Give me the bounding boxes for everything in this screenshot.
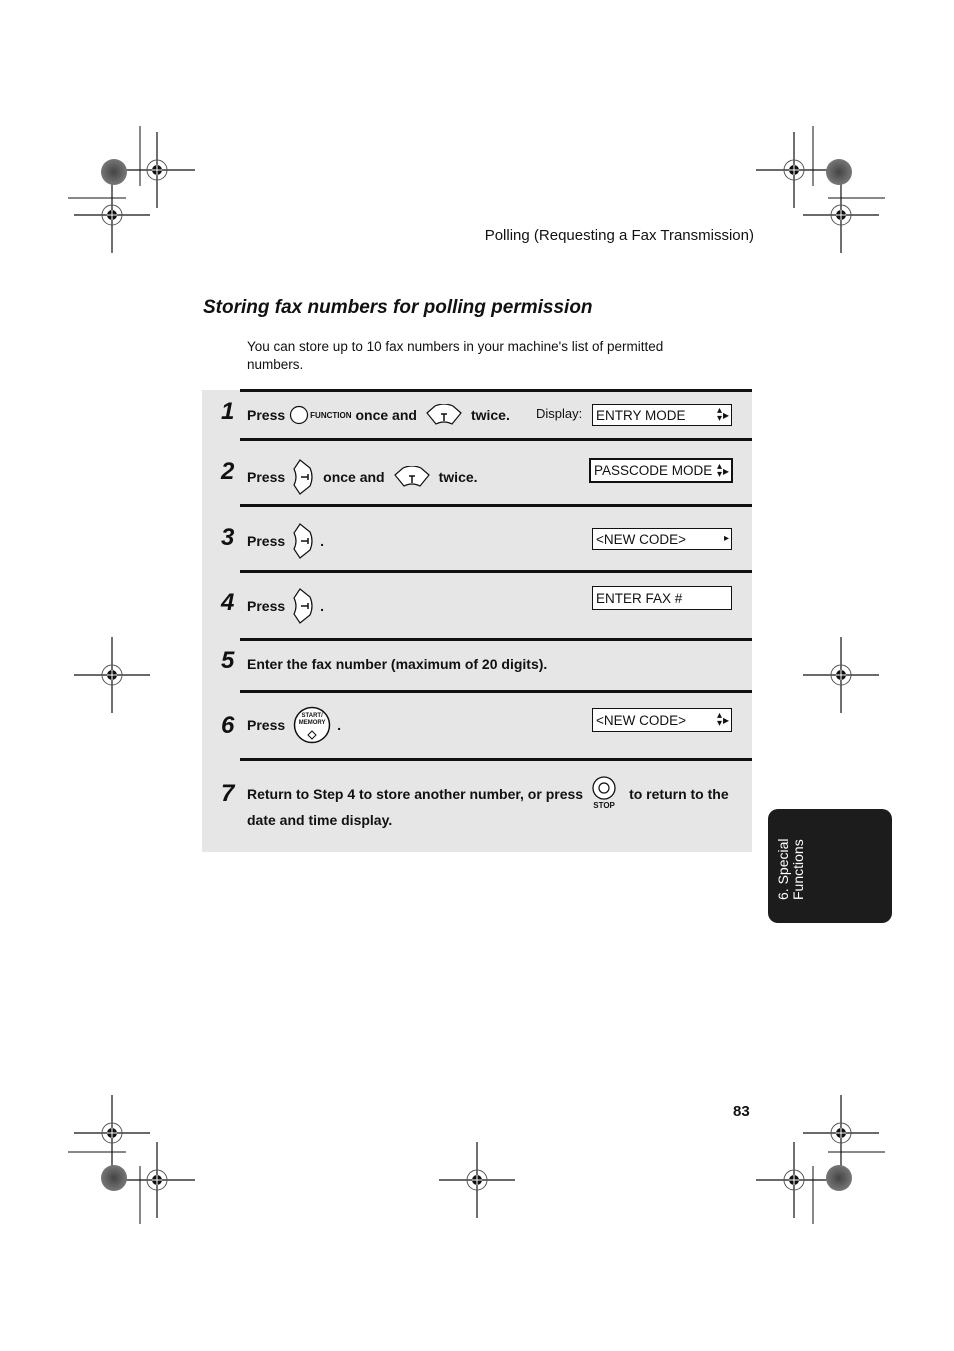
step-5-text: Enter the fax number (maximum of 20 digi… [247, 656, 548, 672]
crosshair-mark [755, 131, 833, 209]
divider [240, 690, 752, 693]
step-number: 3 [221, 524, 235, 551]
crosshair-mark [118, 1141, 196, 1219]
display-label: Display: [536, 406, 583, 421]
crosshair-mark [802, 636, 880, 714]
right-arrow-key-icon [293, 588, 313, 624]
up-down-right-arrows-icon: ▴ ▾ ▸ [716, 405, 729, 424]
lcd-text: <NEW CODE> [596, 531, 687, 547]
right-arrow-key-icon [293, 523, 313, 559]
divider [240, 438, 752, 441]
running-header: Polling (Requesting a Fax Transmission) [484, 227, 754, 244]
step-text: Press [247, 598, 286, 614]
page-number: 83 [733, 1103, 750, 1120]
function-key-label: FUNCTION [310, 410, 352, 420]
step-6-text: Press START/MEMORY . [247, 706, 341, 744]
step-text: Press [247, 407, 286, 423]
crosshair-mark [755, 1141, 833, 1219]
step-number: 5 [221, 647, 235, 674]
lcd-text: PASSCODE MODE [594, 463, 713, 478]
step-text: Press [247, 533, 286, 549]
step-text: Press [247, 469, 286, 485]
color-target [101, 1165, 127, 1191]
up-down-right-arrows-icon: ▴ ▾ ▸ [716, 460, 729, 480]
divider [240, 389, 752, 392]
crosshair-mark [438, 1141, 516, 1219]
circle-button-icon [290, 405, 309, 425]
crosshair-mark [73, 1094, 151, 1172]
step-text: once and [355, 407, 417, 423]
start-memory-button-icon: START/MEMORY [293, 706, 331, 744]
stop-button-icon: STOP [589, 776, 623, 812]
up-down-right-arrows-icon: ▴ ▾ ▸ [716, 710, 729, 729]
divider [240, 638, 752, 641]
color-target [826, 159, 852, 185]
intro-paragraph: You can store up to 10 fax numbers in yo… [247, 339, 664, 372]
step-7-text: Return to Step 4 to store another number… [247, 776, 729, 812]
step-number: 4 [221, 589, 235, 616]
color-target [826, 1165, 852, 1191]
step-number: 6 [221, 712, 235, 739]
step-text: twice. [438, 469, 478, 485]
step-number: 2 [221, 458, 235, 485]
step-4-text: Press . [247, 587, 324, 625]
divider [240, 504, 752, 507]
lcd-display: ENTRY MODE ▴ ▾ ▸ [592, 404, 732, 426]
lcd-display: PASSCODE MODE ▴ ▾ ▸ [589, 458, 733, 483]
step-text: Press [247, 717, 286, 733]
step-text: twice. [470, 407, 510, 423]
step-2-text: Press once and twice. [247, 458, 478, 496]
down-arrow-key-icon [426, 404, 462, 425]
step-text: . [320, 533, 325, 549]
crosshair-mark [73, 636, 151, 714]
start-memory-label: START/MEMORY [298, 713, 326, 726]
lcd-display: ENTER FAX # [592, 586, 732, 610]
crosshair-mark [802, 1094, 880, 1172]
section-title: Storing fax numbers for polling permissi… [203, 297, 593, 318]
crosshair-mark [802, 176, 880, 254]
color-target [101, 159, 127, 185]
divider [240, 570, 752, 573]
crosshair-mark [118, 131, 196, 209]
step-text: Return to Step 4 to store another number… [247, 786, 584, 802]
lcd-display: <NEW CODE> ▸ [592, 528, 732, 550]
step-3-text: Press . [247, 522, 324, 560]
lcd-text: <NEW CODE> [596, 712, 687, 728]
divider [240, 758, 752, 761]
step-number: 1 [221, 398, 235, 425]
right-arrow-key-icon [293, 459, 313, 495]
lcd-display: <NEW CODE> ▴ ▾ ▸ [592, 708, 732, 732]
step-text: to return to the [629, 786, 729, 802]
stop-label: STOP [593, 801, 615, 810]
step-number: 7 [221, 780, 235, 807]
step-7-text-cont: date and time display. [247, 812, 393, 828]
right-arrow-icon: ▸ [723, 533, 729, 544]
step-1-text: Press FUNCTION once and twice. [247, 404, 510, 426]
step-text: . [337, 717, 342, 733]
step-text: once and [323, 469, 385, 485]
chapter-tab-label: 6. Special Functions [775, 838, 806, 900]
down-arrow-key-icon [393, 466, 430, 487]
step-text: . [320, 598, 325, 614]
lcd-text: ENTER FAX # [596, 590, 683, 606]
crosshair-mark [73, 176, 151, 254]
lcd-text: ENTRY MODE [596, 407, 686, 423]
